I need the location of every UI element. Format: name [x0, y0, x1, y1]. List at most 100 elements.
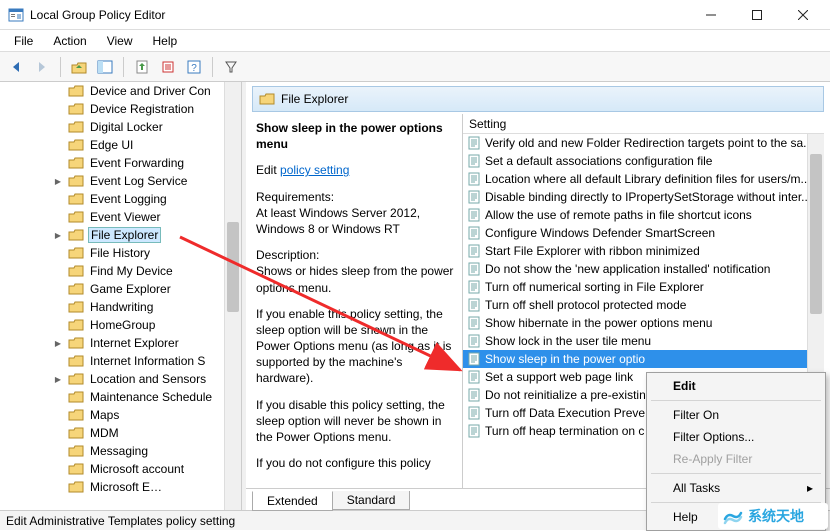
- list-row[interactable]: Show hibernate in the power options menu: [463, 314, 824, 332]
- tree-item[interactable]: Game Explorer: [0, 280, 241, 298]
- description-pane: Show sleep in the power options menu Edi…: [252, 114, 462, 488]
- tree-item[interactable]: Messaging: [0, 442, 241, 460]
- tree-item-label: Microsoft account: [88, 462, 186, 476]
- tree-item[interactable]: ▶ Internet Explorer: [0, 334, 241, 352]
- list-row-label: Location where all default Library defin…: [485, 172, 811, 186]
- description-p2: If you disable this policy setting, the …: [256, 397, 454, 446]
- expand-icon[interactable]: ▶: [52, 337, 64, 349]
- tree-item-label: Internet Explorer: [88, 336, 181, 350]
- tree-item[interactable]: Edge UI: [0, 136, 241, 154]
- folder-icon: [259, 92, 275, 106]
- tree-item[interactable]: Device Registration: [0, 100, 241, 118]
- show-hide-tree-button[interactable]: [93, 55, 117, 79]
- tree-item[interactable]: File History: [0, 244, 241, 262]
- menu-help[interactable]: Help: [143, 32, 188, 50]
- list-row[interactable]: Show lock in the user tile menu: [463, 332, 824, 350]
- tree-item-label: Event Log Service: [88, 174, 189, 188]
- description-text: Shows or hides sleep from the power opti…: [256, 263, 454, 295]
- tree-item[interactable]: Device and Driver Con: [0, 82, 241, 100]
- tree-item[interactable]: ▶ Event Log Service: [0, 172, 241, 190]
- menu-bar: File Action View Help: [0, 30, 830, 52]
- toolbar: ?: [0, 52, 830, 82]
- list-row[interactable]: Allow the use of remote paths in file sh…: [463, 206, 824, 224]
- tree-item[interactable]: Event Logging: [0, 190, 241, 208]
- list-row[interactable]: Location where all default Library defin…: [463, 170, 824, 188]
- list-row-label: Turn off heap termination on c: [485, 424, 644, 438]
- list-row-label: Show lock in the user tile menu: [485, 334, 651, 348]
- tree-item[interactable]: Maps: [0, 406, 241, 424]
- context-menu-item[interactable]: All Tasks▸: [649, 477, 823, 499]
- tree-item[interactable]: Internet Information S: [0, 352, 241, 370]
- list-row-label: Disable binding directly to IPropertySet…: [485, 190, 811, 204]
- tree-item-label: Maintenance Schedule: [88, 390, 214, 404]
- expand-icon[interactable]: ▶: [52, 373, 64, 385]
- up-folder-button[interactable]: [67, 55, 91, 79]
- filter-button[interactable]: [219, 55, 243, 79]
- tree-item[interactable]: MDM: [0, 424, 241, 442]
- help-button[interactable]: ?: [182, 55, 206, 79]
- expand-icon[interactable]: ▶: [52, 175, 64, 187]
- tree-item[interactable]: Event Viewer: [0, 208, 241, 226]
- list-row[interactable]: Set a default associations configuration…: [463, 152, 824, 170]
- tree-item-label: Event Forwarding: [88, 156, 186, 170]
- list-row[interactable]: Verify old and new Folder Redirection ta…: [463, 134, 824, 152]
- title-bar: Local Group Policy Editor: [0, 0, 830, 30]
- expand-icon[interactable]: ▶: [52, 229, 64, 241]
- tree-item[interactable]: Find My Device: [0, 262, 241, 280]
- tree-item-label: Maps: [88, 408, 121, 422]
- tree-item-label: Messaging: [88, 444, 150, 458]
- list-header-setting[interactable]: Setting: [463, 114, 824, 134]
- list-row[interactable]: Configure Windows Defender SmartScreen: [463, 224, 824, 242]
- list-row[interactable]: Start File Explorer with ribbon minimize…: [463, 242, 824, 260]
- properties-button[interactable]: [156, 55, 180, 79]
- tree-item[interactable]: Digital Locker: [0, 118, 241, 136]
- list-row-label: Set a default associations configuration…: [485, 154, 712, 168]
- menu-view[interactable]: View: [97, 32, 143, 50]
- list-row-label: Allow the use of remote paths in file sh…: [485, 208, 752, 222]
- tree-item-label: Edge UI: [88, 138, 135, 152]
- maximize-button[interactable]: [734, 0, 780, 30]
- policy-title: Show sleep in the power options menu: [256, 120, 454, 152]
- tree-item[interactable]: Microsoft E…: [0, 478, 241, 496]
- list-row-label: Verify old and new Folder Redirection ta…: [485, 136, 810, 150]
- tree-item-label: Find My Device: [88, 264, 175, 278]
- context-menu-item[interactable]: Edit: [649, 375, 823, 397]
- list-row[interactable]: Show sleep in the power optio: [463, 350, 824, 368]
- requirements-text: At least Windows Server 2012, Windows 8 …: [256, 205, 454, 237]
- list-row[interactable]: Disable binding directly to IPropertySet…: [463, 188, 824, 206]
- tree-scrollbar[interactable]: [224, 82, 241, 510]
- content-header: File Explorer: [252, 86, 824, 112]
- description-p1: If you enable this policy setting, the s…: [256, 306, 454, 387]
- tree-scroll[interactable]: Device and Driver Con Device Registration…: [0, 82, 241, 510]
- tree-item-label: HomeGroup: [88, 318, 157, 332]
- list-row[interactable]: Do not show the 'new application install…: [463, 260, 824, 278]
- tree-item-label: File History: [88, 246, 152, 260]
- watermark-text: 系统天地: [748, 506, 804, 526]
- menu-file[interactable]: File: [4, 32, 43, 50]
- tree-item[interactable]: Handwriting: [0, 298, 241, 316]
- minimize-button[interactable]: [688, 0, 734, 30]
- tree-item[interactable]: Maintenance Schedule: [0, 388, 241, 406]
- context-menu-separator: [651, 473, 821, 474]
- tree-item[interactable]: Microsoft account: [0, 460, 241, 478]
- tree-item[interactable]: Event Forwarding: [0, 154, 241, 172]
- tree-item-label: Device and Driver Con: [88, 84, 213, 98]
- menu-action[interactable]: Action: [43, 32, 96, 50]
- tree-item-label: Device Registration: [88, 102, 196, 116]
- back-button[interactable]: [4, 55, 28, 79]
- forward-button[interactable]: [30, 55, 54, 79]
- edit-policy-link[interactable]: policy setting: [280, 163, 349, 177]
- context-menu-item[interactable]: Filter Options...: [649, 426, 823, 448]
- close-button[interactable]: [780, 0, 826, 30]
- export-button[interactable]: [130, 55, 154, 79]
- list-row[interactable]: Turn off numerical sorting in File Explo…: [463, 278, 824, 296]
- tree-item[interactable]: HomeGroup: [0, 316, 241, 334]
- list-row-label: Do not reinitialize a pre-existin: [485, 388, 646, 402]
- tree-item[interactable]: ▶Location and Sensors: [0, 370, 241, 388]
- context-menu-item: Re-Apply Filter: [649, 448, 823, 470]
- tree-item[interactable]: ▶File Explorer: [0, 226, 241, 244]
- context-menu-item[interactable]: Filter On: [649, 404, 823, 426]
- tab-standard[interactable]: Standard: [332, 491, 411, 510]
- tab-extended[interactable]: Extended: [252, 491, 333, 511]
- list-row[interactable]: Turn off shell protocol protected mode: [463, 296, 824, 314]
